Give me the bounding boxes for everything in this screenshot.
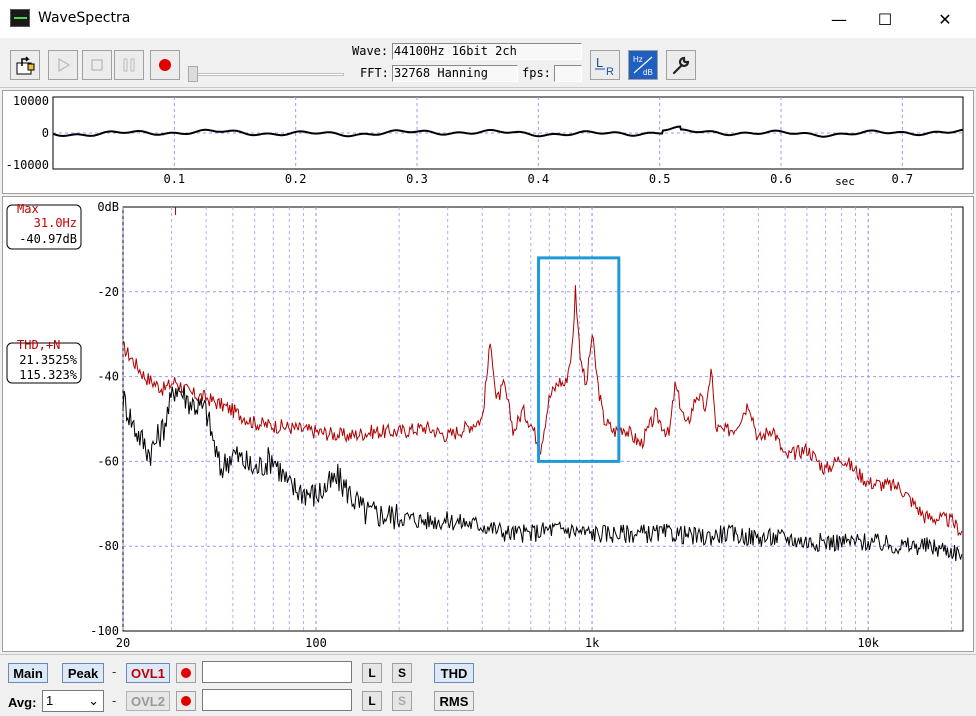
ch1-text-field[interactable]: [202, 661, 352, 683]
wave-label: Wave:: [352, 44, 389, 58]
spectrum-x-tick: 100: [305, 636, 327, 650]
waveform-y-tick: 0: [42, 126, 49, 140]
rms-button[interactable]: RMS: [434, 691, 474, 711]
slider-track: [194, 73, 344, 76]
play-icon: [58, 57, 71, 73]
spectrum-y-tick: -20: [97, 285, 119, 299]
max-readout: Max31.0Hz -40.97dB: [6, 202, 82, 250]
spectrum-plot-area: [122, 206, 964, 632]
pause-icon: [123, 58, 135, 72]
waveform-x-tick: 0.1: [163, 172, 185, 186]
waveform-x-tick: 0.2: [285, 172, 307, 186]
spectrum-y-tick: -40: [97, 370, 119, 384]
avg-select[interactable]: 1 ⌄: [42, 690, 104, 712]
thd-value-1: 21.3525%: [19, 353, 78, 367]
peak-button[interactable]: Peak: [62, 663, 104, 683]
lr-channel-button[interactable]: L R: [590, 50, 620, 80]
spectrum-y-tick: 0dB: [97, 200, 119, 214]
spectrum-x-tick: 10k: [857, 636, 879, 650]
waveform-x-tick: 0.3: [406, 172, 428, 186]
fps-field: [554, 65, 582, 82]
open-file-icon: [16, 56, 35, 75]
main-button[interactable]: Main: [8, 663, 48, 683]
max-frequency: 31.0Hz: [34, 216, 77, 230]
fps-label: fps:: [522, 66, 551, 80]
ovl1-indicator[interactable]: OVL1: [126, 663, 170, 683]
record-icon: [181, 696, 191, 706]
slider-thumb[interactable]: [188, 66, 198, 82]
spectrum-y-tick: -80: [97, 539, 119, 553]
pause-button[interactable]: [114, 50, 144, 80]
thd-readout: THD,+N21.3525%115.323%: [6, 338, 82, 384]
record-ch2-button[interactable]: [176, 691, 196, 711]
toolbar: Wave: 44100Hz 16bit 2ch FFT: 32768 Hanni…: [0, 38, 976, 88]
max-level: -40.97dB: [19, 232, 77, 246]
position-slider[interactable]: [188, 66, 346, 82]
waveform-panel: 0.1 0.2 0.3 0.4 0.5 0.6 0.7 sec 10000 0 -10000: [2, 90, 974, 194]
window-title: WaveSpectra: [38, 10, 131, 26]
waveform-x-tick: 0.5: [649, 172, 671, 186]
hz-db-scale-button[interactable]: Hz dB: [628, 50, 658, 80]
record-button[interactable]: [150, 50, 180, 80]
ch1-s-button[interactable]: S: [392, 663, 412, 683]
waveform-y-tick: -10000: [6, 158, 49, 172]
ch1-l-button[interactable]: L: [362, 663, 382, 683]
settings-button[interactable]: [666, 50, 696, 80]
ovl2-indicator[interactable]: OVL2: [126, 691, 170, 711]
waveform-x-unit: sec: [835, 175, 855, 188]
ch2-s-button[interactable]: S: [392, 691, 412, 711]
wave-format-field: 44100Hz 16bit 2ch: [392, 43, 582, 60]
stop-button[interactable]: [82, 50, 112, 80]
separator-dash-2: -: [112, 693, 117, 708]
record-icon: [181, 668, 191, 678]
waveform-x-tick: 0.4: [527, 172, 549, 186]
thd-value-2: 115.323%: [19, 368, 78, 382]
spectrum-panel: 0dB -20 -40 -60 -80 -100 20 100 1k 10k Max 31.0Hz -4…: [2, 196, 974, 652]
waveform-graph: 0.1 0.2 0.3 0.4 0.5 0.6 0.7 sec 10000 0 -10000: [6, 94, 964, 188]
spectrum-x-tick: 1k: [585, 636, 600, 650]
thd-title: THD,+N: [17, 338, 60, 352]
record-ch1-button[interactable]: [176, 663, 196, 683]
wavespectra-app-icon: [10, 9, 30, 27]
avg-label: Avg:: [8, 695, 37, 710]
fft-label: FFT:: [360, 66, 389, 80]
minimize-button[interactable]: —: [816, 0, 862, 38]
ch2-l-button[interactable]: L: [362, 691, 382, 711]
waveform-y-tick: 10000: [13, 94, 49, 108]
waveform-x-tick: 0.7: [891, 172, 913, 186]
bottom-controls: Main Peak - OVL1 L S THD Avg: 1 ⌄ - OVL2 …: [0, 654, 976, 716]
separator-dash: -: [112, 664, 117, 679]
title-bar: WaveSpectra — ☐ ✕: [0, 0, 976, 38]
svg-text:L: L: [596, 55, 603, 70]
fft-setting-field: 32768 Hanning: [392, 65, 518, 82]
svg-text:dB: dB: [643, 68, 653, 77]
lr-channel-icon: L R: [595, 55, 614, 77]
chevron-down-icon: ⌄: [88, 693, 99, 708]
thd-button[interactable]: THD: [434, 663, 474, 683]
svg-text:R: R: [606, 66, 614, 77]
spectrum-y-tick: -100: [90, 624, 119, 638]
maximize-button[interactable]: ☐: [862, 0, 908, 38]
max-title: Max: [17, 202, 39, 216]
ch2-text-field[interactable]: [202, 689, 352, 711]
hz-db-scale-icon: Hz dB: [633, 55, 653, 77]
spectrum-y-tick: -60: [97, 454, 119, 468]
play-button[interactable]: [48, 50, 78, 80]
close-button[interactable]: ✕: [922, 0, 968, 38]
record-icon: [159, 59, 171, 71]
spectrum-graph: 0dB -20 -40 -60 -80 -10020 100 1k 10k Max31.0Hz -4…: [6, 200, 964, 650]
svg-text:Hz: Hz: [633, 55, 643, 64]
waveform-x-tick: 0.6: [770, 172, 792, 186]
settings-wrench-icon: [672, 56, 690, 75]
stop-icon: [91, 59, 103, 71]
spectrum-x-tick: 20: [116, 636, 130, 650]
open-file-button[interactable]: [10, 50, 40, 80]
